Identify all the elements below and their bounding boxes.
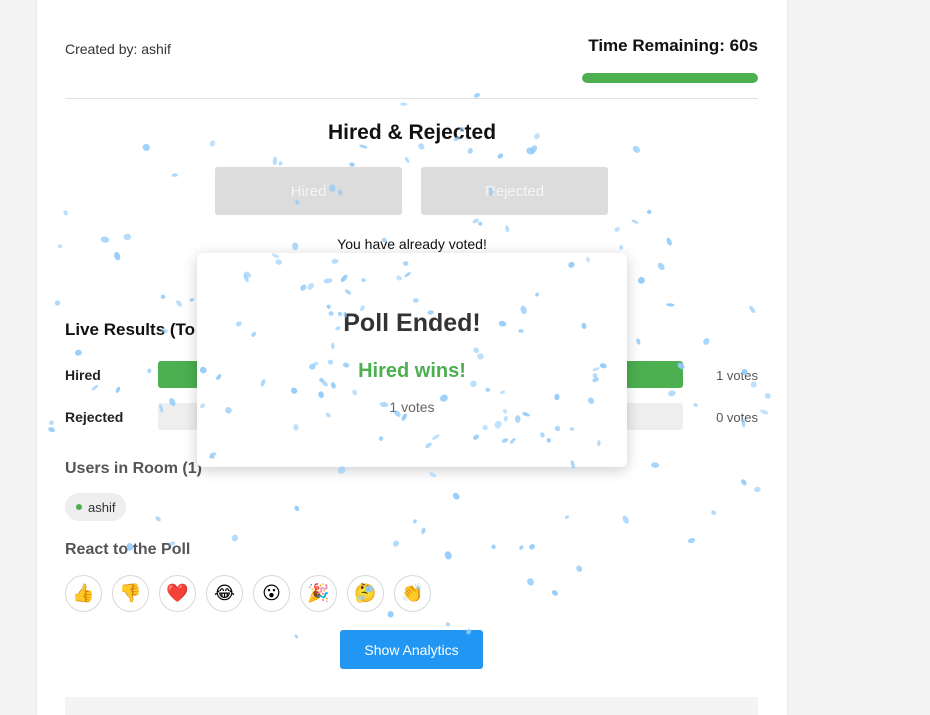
online-status-icon <box>76 504 82 510</box>
result-label-rejected: Rejected <box>65 409 124 425</box>
already-voted-message: You have already voted! <box>337 236 487 252</box>
live-results-heading: Live Results (To <box>65 320 196 339</box>
poll-title: Hired & Rejected <box>327 121 497 144</box>
thumbs-down-icon: 👎 <box>119 582 142 604</box>
divider <box>65 98 758 99</box>
reaction-button-clapping[interactable]: 👏 <box>394 575 431 612</box>
heart-icon: ❤️ <box>166 582 189 604</box>
result-votes-hired: 1 votes <box>716 368 758 383</box>
result-label-hired: Hired <box>65 367 101 383</box>
show-analytics-button[interactable]: Show Analytics <box>340 630 483 669</box>
analytics-panel <box>65 697 758 715</box>
users-in-room-heading: Users in Room (1) <box>65 460 202 477</box>
clapping-icon: 👏 <box>401 582 424 604</box>
result-votes-rejected: 0 votes <box>716 410 758 425</box>
created-by-text: Created by: ashif <box>65 41 171 57</box>
modal-votes: 1 votes <box>389 399 435 415</box>
react-heading: React to the Poll <box>65 541 191 558</box>
modal-winner: Hired wins! <box>358 360 466 382</box>
option-rejected-button[interactable]: Rejected <box>421 167 608 215</box>
modal-title: Poll Ended! <box>343 309 481 337</box>
option-hired-button[interactable]: Hired <box>215 167 402 215</box>
party-popper-icon: 🎉 <box>307 582 330 604</box>
laughing-icon: 😂 <box>213 582 236 604</box>
thumbs-up-icon: 👍 <box>72 582 95 604</box>
reaction-button-surprised[interactable]: 😮 <box>253 575 290 612</box>
surprised-icon: 😮 <box>262 582 281 604</box>
user-name: ashif <box>88 499 116 515</box>
reaction-bar: 👍 👎 ❤️ 😂 😮 🎉 🤔 👏 <box>65 575 431 612</box>
reaction-button-thinking[interactable]: 🤔 <box>347 575 384 612</box>
timer-progress-fill <box>582 73 758 83</box>
reaction-button-thumbs-down[interactable]: 👎 <box>112 575 149 612</box>
poll-ended-modal: Poll Ended! Hired wins! 1 votes <box>197 253 627 467</box>
timer-progress-bar <box>582 73 758 83</box>
reaction-button-laughing[interactable]: 😂 <box>206 575 243 612</box>
time-remaining-label: Time Remaining: 60s <box>588 36 758 55</box>
reaction-button-thumbs-up[interactable]: 👍 <box>65 575 102 612</box>
reaction-button-party[interactable]: 🎉 <box>300 575 337 612</box>
reaction-button-heart[interactable]: ❤️ <box>159 575 196 612</box>
thinking-icon: 🤔 <box>354 582 377 604</box>
user-chip: ashif <box>65 493 127 521</box>
